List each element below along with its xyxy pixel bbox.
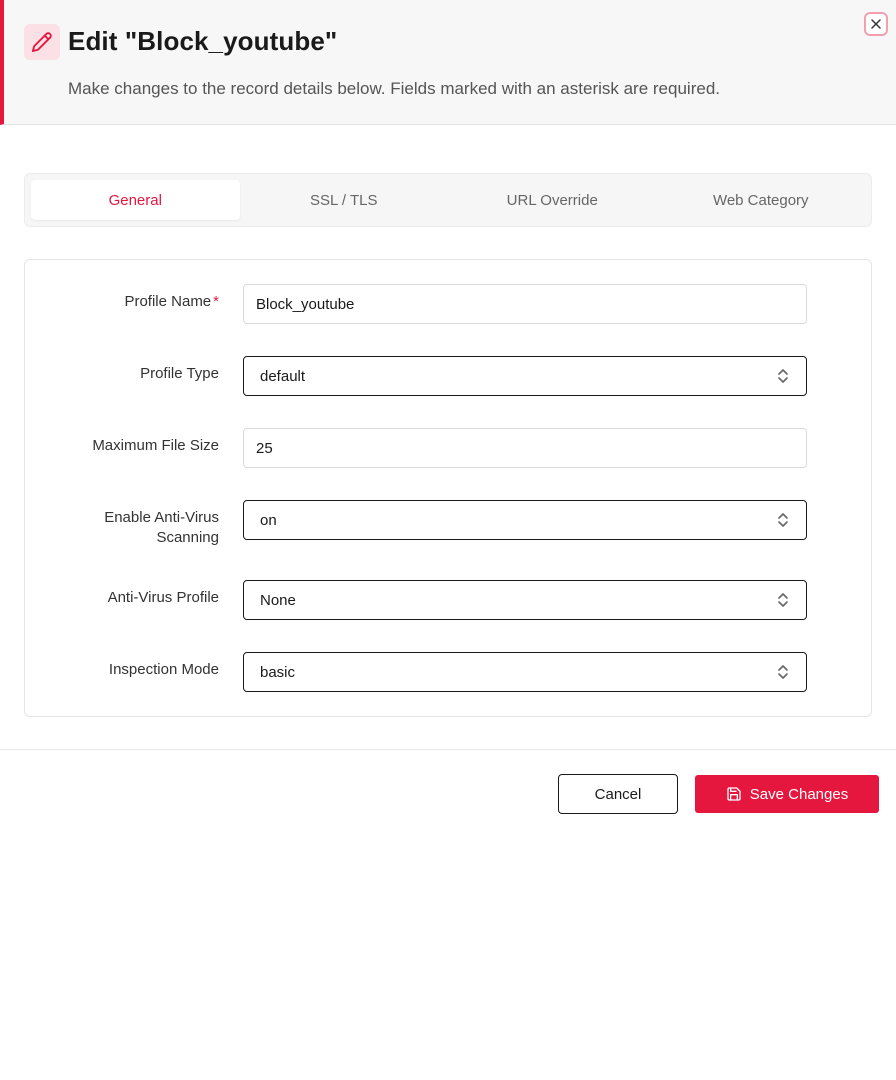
max-file-size-label: Maximum File Size (92, 437, 219, 454)
dialog-subtitle: Make changes to the record details below… (68, 79, 720, 98)
general-form: Profile Name* Profile Type default Maxim… (24, 259, 872, 717)
profile-type-label: Profile Type (140, 365, 219, 382)
av-profile-label: Anti-Virus Profile (107, 589, 219, 606)
footer-divider (0, 749, 896, 750)
profile-name-input[interactable] (243, 284, 807, 324)
inspection-mode-label: Inspection Mode (108, 661, 219, 678)
save-changes-label: Save Changes (749, 785, 849, 803)
chevron-updown-icon (778, 665, 788, 679)
tab-bar: General SSL / TLS URL Override Web Categ… (24, 173, 872, 227)
dialog-header: Edit "Block_youtube" Make changes to the… (0, 0, 896, 125)
enable-av-value: on (260, 511, 277, 529)
close-button[interactable] (864, 12, 888, 36)
profile-name-label: Profile Name * (124, 293, 219, 310)
required-marker: * (213, 293, 219, 310)
max-file-size-input[interactable] (243, 428, 807, 468)
save-changes-button[interactable]: Save Changes (695, 775, 879, 813)
tab-url-override[interactable]: URL Override (448, 180, 657, 220)
close-icon (871, 19, 881, 29)
dialog-title: Edit "Block_youtube" (68, 26, 338, 56)
chevron-updown-icon (778, 513, 788, 527)
enable-av-select[interactable]: on (243, 500, 807, 540)
enable-av-label: Enable Anti-Virus Scanning (104, 509, 219, 546)
profile-type-value: default (260, 367, 306, 385)
chevron-updown-icon (778, 369, 788, 383)
av-profile-value: None (260, 591, 296, 609)
cancel-button[interactable]: Cancel (558, 774, 678, 814)
tab-web-category[interactable]: Web Category (657, 180, 866, 220)
tab-general[interactable]: General (31, 180, 240, 220)
inspection-mode-select[interactable]: basic (243, 652, 807, 692)
floppy-disk-icon (727, 787, 741, 801)
inspection-mode-value: basic (260, 663, 296, 681)
profile-type-select[interactable]: default (243, 356, 807, 396)
av-profile-select[interactable]: None (243, 580, 807, 620)
pencil-icon (24, 24, 60, 60)
tab-ssl-tls[interactable]: SSL / TLS (240, 180, 449, 220)
chevron-updown-icon (778, 593, 788, 607)
